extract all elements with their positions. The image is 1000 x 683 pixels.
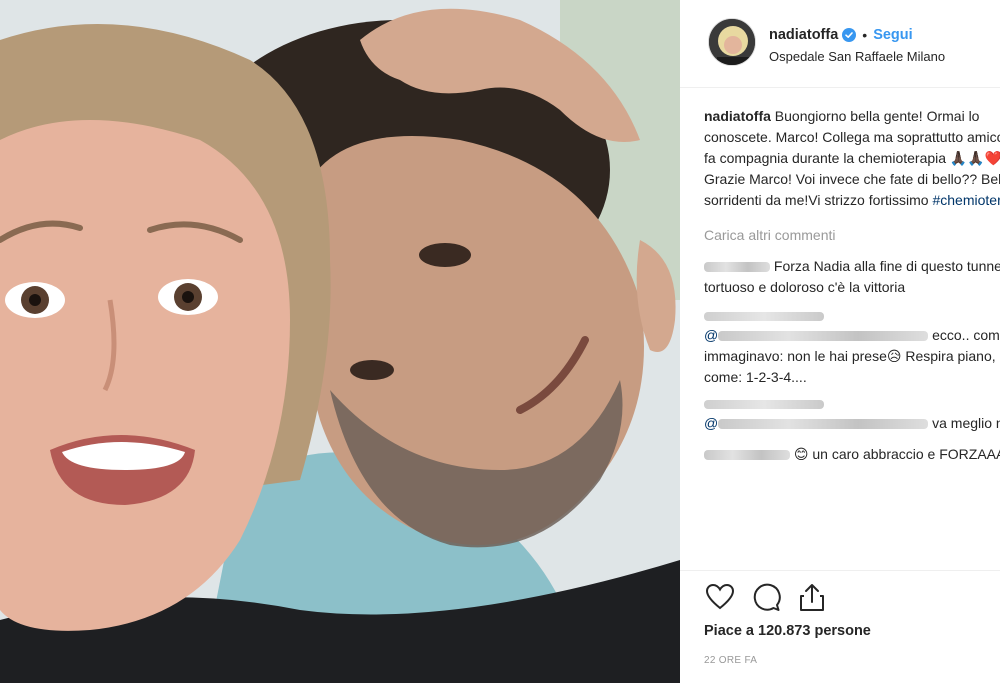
comment-item: Forza Nadia alla fine di questo tunnel t…: [704, 256, 1000, 298]
comment-item: 😊 un caro abbraccio e FORZAAAA!!: [704, 444, 1000, 468]
hashtag-link[interactable]: #chemioterapia: [932, 192, 1000, 208]
blurred-username: [704, 262, 770, 273]
avatar[interactable]: [708, 18, 756, 66]
post-actions: Piace a 120.873 persone 22 ORE FA: [680, 570, 1000, 683]
blurred-username: [704, 400, 824, 409]
post-sidebar: nadiatoffa • Segui Ospedale San Raffaele…: [680, 0, 1000, 683]
username-link[interactable]: nadiatoffa: [769, 27, 838, 43]
blurred-mention: [718, 331, 929, 342]
blurred-username: [704, 312, 824, 321]
comment-item: @ ecco.. come immaginavo: non le hai pre…: [704, 312, 1000, 388]
comments-list: nadiatoffa Buongiorno bella gente! Ormai…: [704, 106, 1000, 468]
heart-icon[interactable]: [704, 581, 736, 613]
post-photo[interactable]: [0, 0, 680, 683]
comment-text: 😊 un caro abbraccio e FORZAAAA!!: [790, 446, 1000, 462]
blurred-username: [704, 450, 790, 461]
username-row: nadiatoffa • Segui: [769, 27, 913, 43]
caption-username[interactable]: nadiatoffa: [704, 108, 771, 124]
share-icon[interactable]: [796, 581, 828, 613]
post-header: nadiatoffa • Segui Ospedale San Raffaele…: [680, 0, 1000, 88]
caption: nadiatoffa Buongiorno bella gente! Ormai…: [704, 106, 1000, 211]
blurred-mention: [718, 419, 929, 430]
separator-dot: •: [862, 27, 868, 43]
follow-button[interactable]: Segui: [873, 27, 912, 43]
comment-mention[interactable]: @: [704, 327, 718, 343]
comment-item: @ va meglio nini?: [704, 400, 1000, 434]
location-link[interactable]: Ospedale San Raffaele Milano: [769, 49, 945, 64]
comment-text: va meglio nini?: [932, 415, 1000, 431]
comment-icon[interactable]: [750, 581, 782, 613]
load-more-comments-button[interactable]: Carica altri commenti: [704, 225, 1000, 246]
verified-badge-icon: [842, 28, 857, 42]
likes-count[interactable]: Piace a 120.873 persone: [704, 623, 871, 639]
post-timestamp[interactable]: 22 ORE FA: [704, 655, 757, 666]
comment-mention[interactable]: @: [704, 415, 718, 431]
